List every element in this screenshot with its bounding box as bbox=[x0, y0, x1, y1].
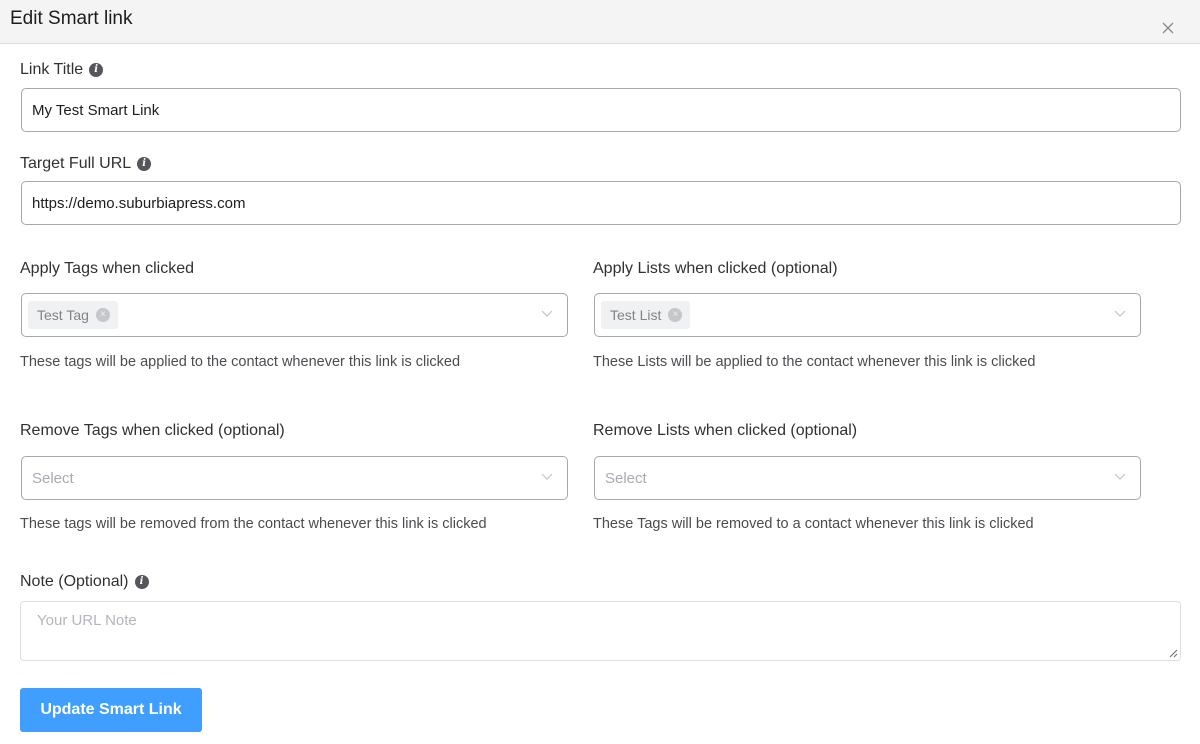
link-title-label: Link Title i bbox=[20, 61, 104, 79]
remove-list-icon[interactable]: × bbox=[668, 308, 683, 322]
note-label: Note (Optional) i bbox=[20, 573, 149, 591]
list-chip: Test List × bbox=[601, 301, 691, 329]
note-textarea[interactable] bbox=[20, 601, 1181, 661]
info-icon[interactable]: i bbox=[137, 157, 152, 171]
update-smart-link-button[interactable]: Update Smart Link bbox=[20, 688, 202, 732]
apply-tags-select[interactable]: Test Tag × bbox=[21, 293, 568, 337]
resize-handle-icon[interactable] bbox=[1168, 648, 1178, 658]
dialog-title: Edit Smart link bbox=[10, 8, 133, 29]
note-label-text: Note (Optional) bbox=[20, 573, 129, 590]
target-url-input[interactable] bbox=[21, 181, 1181, 225]
remove-tag-icon[interactable]: × bbox=[95, 308, 110, 322]
link-title-input[interactable] bbox=[21, 88, 1181, 132]
chevron-down-icon bbox=[1114, 473, 1126, 480]
apply-lists-help: These Lists will be applied to the conta… bbox=[593, 354, 1036, 370]
dialog-header: Edit Smart link bbox=[0, 0, 1200, 44]
remove-lists-placeholder: Select bbox=[605, 470, 647, 487]
remove-tags-placeholder: Select bbox=[32, 470, 74, 487]
close-icon[interactable] bbox=[1160, 20, 1176, 36]
remove-tags-select[interactable]: Select bbox=[21, 456, 568, 500]
remove-tags-label: Remove Tags when clicked (optional) bbox=[20, 422, 285, 439]
chevron-down-icon bbox=[1114, 310, 1126, 317]
apply-tags-help: These tags will be applied to the contac… bbox=[20, 354, 461, 370]
info-icon[interactable]: i bbox=[134, 575, 149, 589]
remove-lists-select[interactable]: Select bbox=[594, 456, 1141, 500]
apply-tags-label: Apply Tags when clicked bbox=[20, 260, 195, 277]
link-title-label-text: Link Title bbox=[20, 61, 84, 78]
target-url-label-text: Target Full URL bbox=[20, 155, 132, 172]
tag-chip: Test Tag × bbox=[28, 301, 118, 329]
target-url-label: Target Full URL i bbox=[20, 155, 152, 173]
remove-tags-help: These tags will be removed from the cont… bbox=[20, 516, 487, 532]
apply-lists-label: Apply Lists when clicked (optional) bbox=[593, 260, 838, 277]
remove-lists-label: Remove Lists when clicked (optional) bbox=[593, 422, 858, 439]
tag-chip-label: Test Tag bbox=[37, 307, 89, 323]
chevron-down-icon bbox=[541, 310, 553, 317]
list-chip-label: Test List bbox=[610, 307, 662, 323]
apply-lists-select[interactable]: Test List × bbox=[594, 293, 1141, 337]
remove-lists-help: These Tags will be removed to a contact … bbox=[593, 516, 1034, 532]
info-icon[interactable]: i bbox=[89, 63, 104, 77]
chevron-down-icon bbox=[541, 473, 553, 480]
